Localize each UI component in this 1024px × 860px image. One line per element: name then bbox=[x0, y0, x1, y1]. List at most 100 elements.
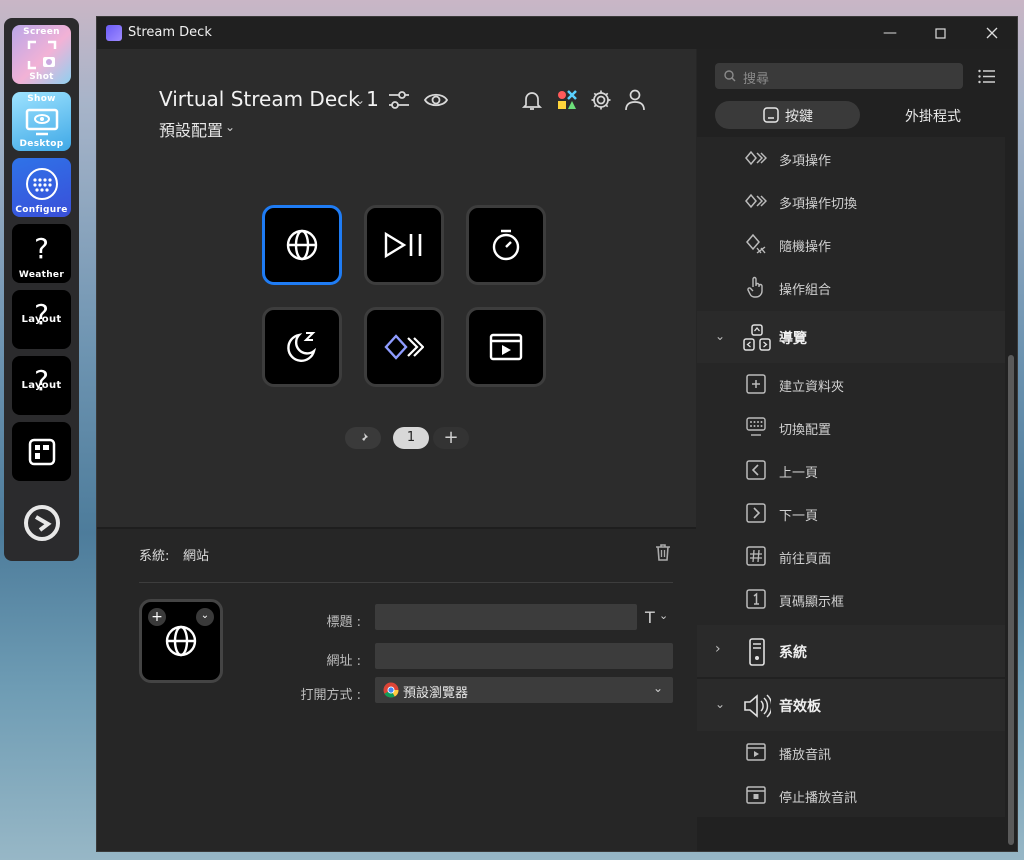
screenshot-key-bottom: Shot bbox=[29, 72, 54, 82]
search-icon bbox=[724, 70, 736, 82]
list-item-label: 多項操作 bbox=[779, 154, 832, 169]
soundboard-group: 播放音訊 停止播放音訊 bbox=[697, 731, 1005, 817]
chevron-down-icon[interactable]: ⌄ bbox=[659, 609, 668, 622]
weather-key-label: Weather bbox=[18, 270, 65, 280]
random-action-icon bbox=[746, 233, 766, 254]
media-screen-icon bbox=[489, 333, 523, 361]
gear-icon[interactable] bbox=[590, 89, 612, 111]
layout-key-label: Layout bbox=[21, 314, 62, 325]
layout-key-2[interactable]: ? Layout bbox=[12, 356, 71, 415]
list-item[interactable]: 切換配置 bbox=[697, 406, 1005, 449]
minimize-button[interactable]: — bbox=[867, 17, 913, 49]
list-item-label: 前往頁面 bbox=[779, 552, 832, 567]
canvas-area: Virtual Stream Deck 1 ⌄ 預設配置 ⌄ 1 + bbox=[97, 49, 696, 527]
list-item-label: 上一頁 bbox=[779, 466, 819, 481]
chevron-down-icon[interactable]: ⌄ bbox=[225, 120, 235, 134]
list-view-icon[interactable] bbox=[978, 69, 996, 84]
list-item[interactable]: 上一頁 bbox=[697, 449, 1005, 492]
marketplace-icon[interactable] bbox=[556, 89, 578, 111]
navigation-icon bbox=[743, 324, 771, 351]
list-item[interactable]: 操作組合 bbox=[697, 266, 1005, 309]
list-item[interactable]: 建立資料夾 bbox=[697, 363, 1005, 406]
tab-plugins[interactable]: 外掛程式 bbox=[905, 106, 961, 126]
weather-key[interactable]: ? Weather bbox=[12, 224, 71, 283]
url-input[interactable] bbox=[375, 643, 673, 669]
maximize-button[interactable] bbox=[917, 17, 963, 49]
list-item[interactable]: 多項操作切換 bbox=[697, 180, 1005, 223]
window-title: Stream Deck bbox=[128, 25, 212, 40]
title-font-button[interactable]: T bbox=[645, 608, 655, 627]
list-item[interactable]: 多項操作 bbox=[697, 137, 1005, 180]
multi-action-icon bbox=[384, 334, 424, 360]
list-item[interactable]: 停止播放音訊 bbox=[697, 774, 1005, 817]
multi-action-icon bbox=[745, 150, 767, 166]
key-play-audio[interactable] bbox=[466, 307, 546, 387]
pin-icon bbox=[359, 433, 368, 444]
category-label: 系統 bbox=[779, 645, 807, 661]
bell-icon[interactable] bbox=[521, 89, 543, 111]
open-in-value: 預設瀏覽器 bbox=[403, 686, 469, 701]
screenshot-key[interactable]: Screen Shot bbox=[12, 25, 71, 84]
go-to-page-icon bbox=[746, 546, 766, 566]
eye-icon[interactable] bbox=[424, 91, 448, 109]
title-input[interactable] bbox=[375, 604, 637, 630]
configure-key[interactable]: Configure bbox=[12, 158, 71, 217]
list-item-label: 操作組合 bbox=[779, 283, 832, 298]
close-icon bbox=[986, 27, 998, 39]
profile-selector[interactable]: 預設配置 bbox=[159, 117, 223, 141]
add-state-button[interactable]: + bbox=[148, 608, 166, 626]
device-selector[interactable]: Virtual Stream Deck 1 bbox=[159, 87, 379, 111]
list-item[interactable]: 前往頁面 bbox=[697, 535, 1005, 578]
chevron-down-icon[interactable]: ⌄ bbox=[355, 93, 365, 107]
close-button[interactable] bbox=[969, 17, 1015, 49]
list-item-label: 頁碼顯示框 bbox=[779, 595, 845, 610]
search-input[interactable]: 搜尋 bbox=[715, 63, 963, 89]
globe-icon bbox=[286, 229, 318, 261]
scrollbar[interactable] bbox=[1008, 355, 1014, 845]
switch-profile-icon bbox=[746, 417, 766, 436]
title-bar: Stream Deck — bbox=[97, 17, 1017, 49]
key-play-pause[interactable] bbox=[364, 205, 444, 285]
list-item[interactable]: 隨機操作 bbox=[697, 223, 1005, 266]
user-icon[interactable] bbox=[625, 89, 645, 111]
create-folder-icon bbox=[746, 374, 766, 394]
action-list-panel: 搜尋 按鍵 外掛程式 多項操作 多項操作切換 隨機操作 操作組合 ⌄ 導覽 建立… bbox=[697, 49, 1017, 851]
maximize-icon bbox=[934, 27, 946, 39]
speaker-icon bbox=[744, 694, 771, 718]
layout-key-1[interactable]: ? Layout bbox=[12, 290, 71, 349]
list-item[interactable]: 下一頁 bbox=[697, 492, 1005, 535]
chevron-down-icon: ⌄ bbox=[652, 681, 663, 695]
list-item[interactable]: 頁碼顯示框 bbox=[697, 578, 1005, 621]
property-inspector: 系統: 網站 + ⌄ 標題 : T ⌄ 網址 : 打開方式 : 預設瀏覽器 ⌄ bbox=[97, 529, 696, 851]
category-system[interactable]: › 系統 bbox=[697, 625, 1005, 677]
pin-button[interactable] bbox=[345, 427, 381, 449]
key-multi-action[interactable] bbox=[364, 307, 444, 387]
layout-switch-key[interactable] bbox=[12, 422, 71, 481]
page-indicator[interactable]: 1 bbox=[393, 427, 429, 449]
show-desktop-key-bottom: Desktop bbox=[19, 139, 64, 149]
navigation-group: 建立資料夾 切換配置 上一頁 下一頁 前往頁面 頁碼顯示框 bbox=[697, 363, 1005, 625]
play-pause-icon bbox=[384, 231, 422, 259]
configure-key-label: Configure bbox=[15, 205, 68, 215]
chevron-down-icon[interactable]: ⌄ bbox=[196, 608, 214, 626]
open-in-label: 打開方式 : bbox=[300, 688, 361, 703]
stopwatch-icon bbox=[492, 229, 520, 261]
list-item-label: 切換配置 bbox=[779, 423, 832, 438]
open-in-select[interactable]: 預設瀏覽器 ⌄ bbox=[375, 677, 673, 703]
category-label: 音效板 bbox=[779, 699, 821, 715]
category-soundboard[interactable]: ⌄ 音效板 bbox=[697, 679, 1005, 731]
key-preview[interactable]: + ⌄ bbox=[139, 599, 223, 683]
category-label: 導覽 bbox=[779, 331, 807, 347]
category-navigation[interactable]: ⌄ 導覽 bbox=[697, 311, 1005, 363]
tab-keys[interactable]: 按鍵 bbox=[715, 101, 860, 129]
add-page-button[interactable]: + bbox=[433, 427, 469, 449]
key-website[interactable] bbox=[262, 205, 342, 285]
trash-icon[interactable] bbox=[655, 543, 671, 561]
list-item[interactable]: 播放音訊 bbox=[697, 731, 1005, 774]
show-desktop-key[interactable]: Show Desktop bbox=[12, 92, 71, 151]
search-placeholder: 搜尋 bbox=[743, 72, 770, 87]
play-audio-icon bbox=[746, 743, 766, 761]
key-sleep[interactable] bbox=[262, 307, 342, 387]
sliders-icon[interactable] bbox=[387, 89, 411, 111]
key-timer[interactable] bbox=[466, 205, 546, 285]
